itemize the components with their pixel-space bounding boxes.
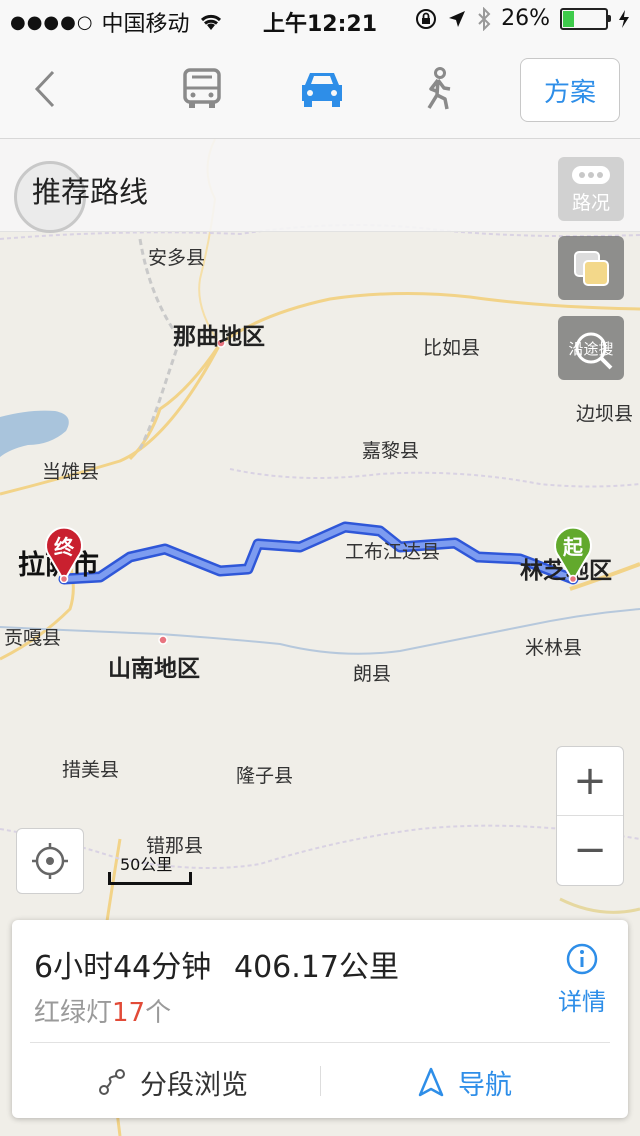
traffic-icon bbox=[572, 165, 610, 184]
place-jiali: 嘉黎县 bbox=[362, 440, 420, 462]
search-along-label: 沿途搜 bbox=[568, 339, 614, 358]
zoom-out-button[interactable]: − bbox=[557, 815, 623, 884]
locate-button[interactable] bbox=[16, 828, 84, 894]
place-bianba: 边坝县 bbox=[576, 403, 634, 425]
walk-icon bbox=[427, 67, 451, 110]
bluetooth-icon bbox=[478, 6, 491, 31]
boundary-line bbox=[229, 468, 640, 488]
highway-road bbox=[128, 343, 222, 461]
layers-button[interactable] bbox=[558, 236, 624, 300]
lake-shape bbox=[0, 410, 69, 457]
route-title-bar: 推荐路线 bbox=[0, 139, 640, 233]
info-icon bbox=[566, 943, 598, 975]
action-divider bbox=[320, 1066, 321, 1096]
segment-browse-label: 分段浏览 bbox=[140, 1069, 248, 1101]
place-cuomei: 措美县 bbox=[62, 759, 120, 781]
layers-icon bbox=[574, 251, 609, 286]
place-longzi: 隆子县 bbox=[236, 765, 294, 787]
zoom-in-button[interactable]: + bbox=[557, 747, 623, 815]
place-anduo: 安多县 bbox=[148, 247, 206, 269]
navigation-arrow-icon bbox=[418, 1067, 444, 1097]
start-marker-label: 起 bbox=[563, 535, 583, 559]
place-milin: 米林县 bbox=[525, 637, 583, 659]
traffic-toggle[interactable]: 路况 bbox=[558, 157, 624, 221]
route-summary-card[interactable]: 6小时44分钟 406.17公里 红绿灯17个 详情 分段浏览 导航 bbox=[12, 920, 628, 1118]
start-marker[interactable]: 起 bbox=[551, 523, 595, 584]
lights-number: 17 bbox=[112, 998, 146, 1028]
traffic-lights-count: 红绿灯17个 bbox=[34, 992, 171, 1029]
status-right: 26% bbox=[415, 6, 630, 31]
route-duration: 6小时44分钟 bbox=[34, 950, 212, 985]
battery-percent: 26% bbox=[501, 6, 550, 31]
navigate-label: 导航 bbox=[458, 1069, 512, 1101]
bus-mode-button[interactable] bbox=[172, 40, 232, 138]
place-gongga: 贡嘎县 bbox=[4, 627, 62, 649]
route-distance: 406.17公里 bbox=[234, 950, 399, 985]
traffic-label: 路况 bbox=[571, 191, 610, 214]
card-divider bbox=[30, 1042, 610, 1043]
orientation-lock-icon bbox=[416, 8, 437, 29]
map-scale: 50公里 bbox=[108, 851, 192, 885]
route-segments-icon bbox=[99, 1069, 125, 1095]
details-button[interactable]: 详情 bbox=[554, 942, 610, 1017]
car-icon bbox=[302, 73, 342, 107]
lights-prefix: 红绿灯 bbox=[34, 998, 113, 1028]
route-mode-bar: 方案 bbox=[0, 40, 640, 139]
location-arrow-icon bbox=[449, 10, 466, 27]
place-gongbu: 工布江达县 bbox=[345, 541, 441, 563]
bus-icon bbox=[183, 68, 221, 108]
status-bar: ●●●●○ 中国移动 上午12:21 26% bbox=[0, 0, 640, 40]
car-mode-button[interactable] bbox=[292, 40, 352, 138]
crosshair-icon bbox=[32, 843, 68, 879]
place-lang: 朗县 bbox=[353, 663, 392, 685]
end-marker[interactable]: 终 bbox=[42, 523, 86, 584]
place-shannan: 山南地区 bbox=[108, 656, 200, 682]
back-button[interactable] bbox=[20, 40, 70, 138]
search-along-route-button[interactable]: 沿途搜 bbox=[558, 316, 624, 380]
chevron-left-icon bbox=[34, 70, 55, 108]
place-biru: 比如县 bbox=[423, 337, 481, 359]
battery-icon bbox=[560, 7, 611, 30]
details-label: 详情 bbox=[558, 988, 606, 1016]
place-naqu: 那曲地区 bbox=[173, 324, 265, 350]
navigate-button[interactable]: 导航 bbox=[418, 1060, 512, 1104]
city-dot bbox=[158, 635, 168, 645]
boundary-line bbox=[0, 824, 640, 869]
boundary-line bbox=[559, 897, 640, 914]
walk-mode-button[interactable] bbox=[408, 40, 468, 138]
zoom-control: + − bbox=[556, 746, 624, 886]
segment-browse-button[interactable]: 分段浏览 bbox=[98, 1060, 248, 1104]
end-marker-label: 终 bbox=[54, 535, 74, 559]
scale-bar bbox=[108, 872, 192, 885]
plan-button[interactable]: 方案 bbox=[520, 58, 620, 122]
route-title: 推荐路线 bbox=[32, 175, 149, 209]
charging-bolt-icon bbox=[619, 9, 629, 28]
lights-suffix: 个 bbox=[145, 998, 172, 1028]
place-dangxiong: 当雄县 bbox=[42, 461, 100, 483]
